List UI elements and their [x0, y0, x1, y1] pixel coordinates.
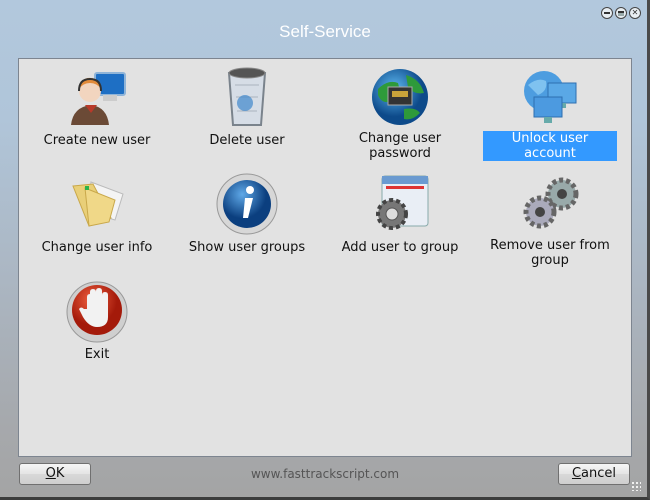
action-remove-user-from-group[interactable]: Remove user from group	[475, 172, 625, 268]
stop-hand-icon	[65, 279, 129, 343]
actions-panel: Create new user Delete user Change user …	[18, 58, 632, 457]
action-create-new-user[interactable]: Create new user	[22, 65, 172, 148]
action-label: Change user info	[41, 240, 153, 255]
action-label: Unlock user account	[483, 131, 617, 161]
action-show-user-groups[interactable]: Show user groups	[172, 172, 322, 255]
action-add-user-to-group[interactable]: Add user to group	[325, 172, 475, 255]
cancel-mnemonic: C	[571, 466, 582, 481]
self-service-window: Self-Service ✕ Create new user Delete us…	[0, 0, 650, 500]
user-headset-computer-icon	[65, 65, 129, 129]
folder-icon	[65, 172, 129, 236]
gears-icon	[518, 172, 582, 236]
action-change-user-info[interactable]: Change user info	[22, 172, 172, 255]
action-label: Change user password	[358, 131, 442, 161]
action-label: Delete user	[209, 133, 285, 148]
action-label: Add user to group	[341, 240, 459, 255]
action-label: Remove user from group	[490, 238, 610, 268]
action-label: Create new user	[43, 133, 151, 148]
cancel-label-rest: ancel	[581, 466, 617, 481]
window-controls: ✕	[601, 7, 641, 19]
action-label: Show user groups	[188, 240, 306, 255]
globe-network-port-icon	[368, 65, 432, 129]
resize-grip-icon[interactable]	[631, 481, 641, 491]
action-label: Exit	[84, 347, 110, 362]
action-delete-user[interactable]: Delete user	[172, 65, 322, 148]
network-computers-icon	[518, 65, 582, 129]
action-change-user-password[interactable]: Change user password	[325, 65, 475, 161]
recycle-bin-icon	[215, 65, 279, 129]
action-unlock-user-account[interactable]: Unlock user account	[475, 65, 625, 161]
maximize-icon[interactable]	[615, 7, 627, 19]
action-exit[interactable]: Exit	[22, 279, 172, 362]
window-gear-icon	[368, 172, 432, 236]
info-icon	[215, 172, 279, 236]
close-icon[interactable]: ✕	[629, 7, 641, 19]
minimize-icon[interactable]	[601, 7, 613, 19]
cancel-button[interactable]: Cancel	[558, 463, 630, 485]
window-title: Self-Service	[279, 22, 371, 41]
website-link: www.fasttrackscript.com	[250, 467, 400, 481]
